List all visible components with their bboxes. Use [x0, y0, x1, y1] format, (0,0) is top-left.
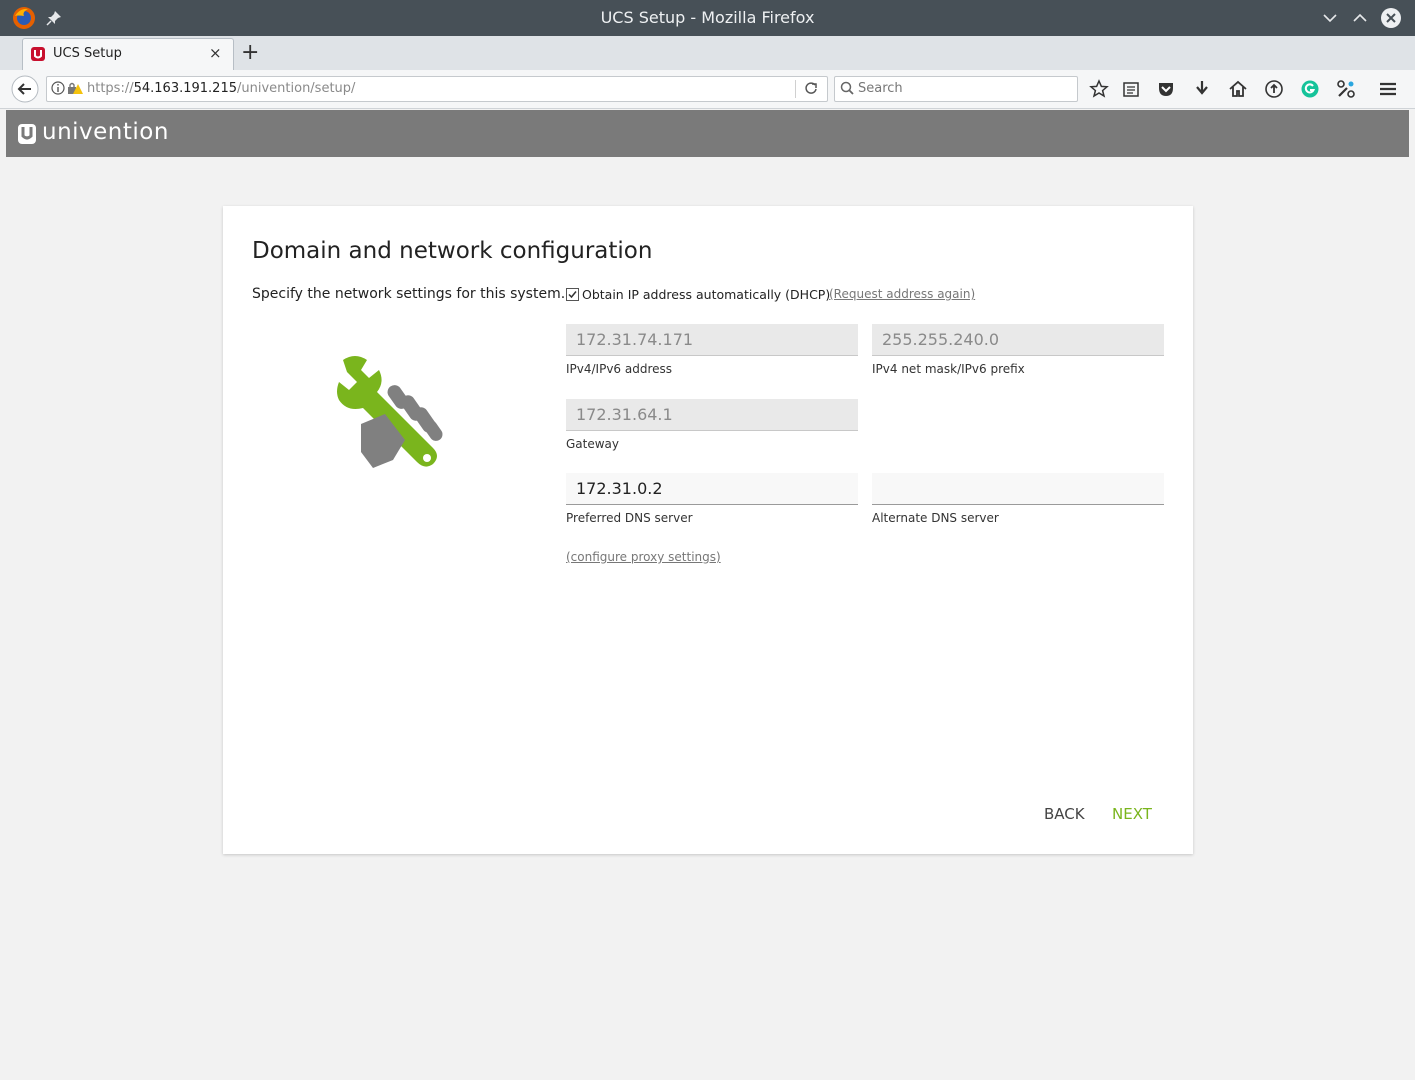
reading-list-icon[interactable] [1121, 79, 1141, 99]
brand-name: univention [42, 119, 169, 145]
gateway-field[interactable]: 172.31.64.1 [566, 399, 858, 431]
preferred-dns-field[interactable]: 172.31.0.2 [566, 473, 858, 505]
preferred-dns-label: Preferred DNS server [566, 511, 693, 525]
tab-close-icon[interactable]: × [209, 44, 222, 62]
page-title: Domain and network configuration [252, 238, 653, 264]
pocket-icon[interactable] [1156, 79, 1176, 99]
ip-address-label: IPv4/IPv6 address [566, 362, 673, 376]
hamburger-menu-icon[interactable] [1378, 79, 1398, 99]
configure-proxy-link[interactable]: (configure proxy settings) [566, 550, 721, 564]
upload-circle-icon[interactable] [1264, 79, 1284, 99]
gateway-label: Gateway [566, 437, 620, 451]
page-description: Specify the network settings for this sy… [252, 286, 566, 302]
grammarly-icon[interactable] [1300, 79, 1320, 99]
insecure-lock-warning-icon[interactable] [67, 81, 83, 95]
url-text[interactable]: https://54.163.191.215/univention/setup/ [87, 81, 355, 96]
request-address-again-link[interactable]: (Request address again) [829, 287, 975, 301]
bookmark-star-icon[interactable] [1089, 79, 1109, 99]
home-icon[interactable] [1228, 79, 1248, 99]
netmask-label: IPv4 net mask/IPv6 prefix [872, 362, 1025, 376]
univention-logo-icon [18, 124, 36, 144]
extension-tools-icon[interactable] [1336, 79, 1356, 99]
tab-label: UCS Setup [53, 46, 122, 61]
search-icon [840, 81, 854, 95]
back-arrow-icon[interactable] [11, 75, 39, 103]
new-tab-button[interactable]: + [241, 40, 259, 65]
maximize-icon[interactable] [1352, 11, 1368, 25]
back-button[interactable]: BACK [1044, 805, 1085, 823]
tab-ucs-setup[interactable]: UCS Setup × [22, 38, 234, 71]
window-title: UCS Setup - Mozilla Firefox [600, 8, 815, 27]
info-icon[interactable] [51, 81, 65, 95]
univention-favicon-icon [31, 47, 45, 61]
reload-icon[interactable] [804, 81, 818, 95]
wrench-hand-illustration-icon [337, 356, 443, 468]
window-titlebar: UCS Setup - Mozilla Firefox [0, 0, 1415, 36]
alternate-dns-field[interactable] [872, 473, 1164, 505]
minimize-icon[interactable] [1322, 11, 1338, 25]
ip-address-field[interactable]: 172.31.74.171 [566, 324, 858, 356]
download-icon[interactable] [1192, 79, 1212, 99]
dhcp-label[interactable]: Obtain IP address automatically (DHCP) [582, 287, 830, 302]
next-button[interactable]: NEXT [1112, 805, 1152, 823]
search-placeholder: Search [858, 81, 903, 96]
setup-card: Domain and network configuration Specify… [223, 206, 1193, 854]
alternate-dns-label: Alternate DNS server [872, 511, 999, 525]
search-field[interactable]: Search [834, 76, 1078, 102]
close-window-icon[interactable] [1380, 7, 1402, 29]
netmask-field[interactable]: 255.255.240.0 [872, 324, 1164, 356]
url-bar[interactable]: https://54.163.191.215/univention/setup/ [46, 76, 828, 102]
univention-header: univention [6, 110, 1409, 157]
dhcp-checkbox-icon[interactable] [566, 288, 579, 301]
